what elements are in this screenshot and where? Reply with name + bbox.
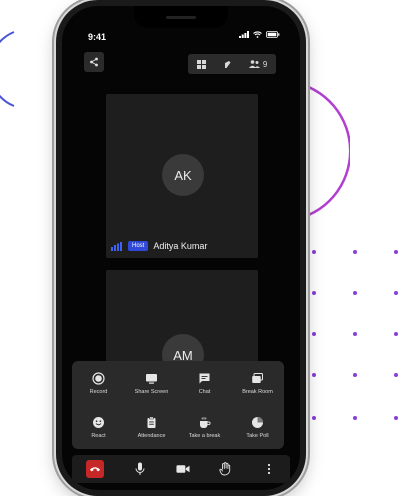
pie-chart-icon [252,416,263,428]
decorative-dot [394,416,398,420]
smiley-icon [93,416,104,428]
action-label: Break Room [242,388,273,395]
record-icon [92,371,105,385]
action-label: Attendance [137,432,166,439]
action-label: Record [89,388,108,395]
decorative-dot [312,291,316,295]
participant-name: Aditya Kumar [153,241,208,251]
chat-button[interactable]: Chat [178,361,231,405]
action-label: Take a break [188,432,221,439]
share-icon [90,57,98,67]
participants-button[interactable]: 9 [248,59,268,69]
participant-tile[interactable]: AK Host Aditya Kumar [106,94,258,258]
share-screen-button[interactable]: Share Screen [125,361,178,405]
decorative-dot [353,373,357,377]
host-badge: Host [128,241,149,251]
notes-icon[interactable] [223,60,232,69]
meeting-screen: 9:41 9 AK Host Aditya Kumar AM Record Sh… [62,6,300,490]
decorative-dot [312,332,316,336]
decorative-dot [312,416,316,420]
decorative-dot [353,332,357,336]
microphone-icon [135,462,145,475]
end-call-button[interactable] [86,460,105,478]
attendance-button[interactable]: Attendance [125,405,178,449]
participant-count: 9 [262,59,268,69]
more-options-button[interactable] [262,462,276,476]
decorative-dot [312,250,316,254]
clipboard-icon [147,416,156,428]
raise-hand-icon [219,462,231,476]
take-a-break-button[interactable]: Take a break [178,405,231,449]
action-label: Take Poll [246,432,269,439]
decorative-dot [353,250,357,254]
status-icons [239,31,280,38]
microphone-button[interactable] [133,462,147,476]
signal-icon [239,31,249,38]
wifi-icon [253,31,262,38]
audio-level-icon [111,241,122,251]
video-camera-icon [176,465,190,473]
screen-icon [146,373,157,384]
react-button[interactable]: React [72,405,125,449]
decorative-dot [394,373,398,377]
camera-button[interactable] [176,462,190,476]
break-room-button[interactable]: Break Room [231,361,284,405]
avatar: AK [162,154,204,196]
battery-icon [266,31,280,38]
action-label: React [91,432,106,439]
action-label: Chat [198,388,211,395]
participant-tile[interactable]: AM [106,270,258,376]
phone-speaker [166,16,196,19]
decorative-dot [312,373,316,377]
decorative-dot [394,250,398,254]
status-time: 9:41 [88,32,107,42]
participants-icon [248,60,260,68]
action-label: Share Screen [134,388,169,395]
chat-icon [199,373,210,383]
coffee-icon [200,416,211,428]
raise-hand-button[interactable] [219,462,233,476]
meeting-controls-pill: 9 [188,54,276,74]
meeting-actions-panel: Record Share Screen Chat Break Room Reac… [72,361,284,449]
more-vertical-icon [267,463,270,475]
call-control-bar [72,455,290,483]
decorative-arc-left [0,31,15,107]
record-button[interactable]: Record [72,361,125,405]
decorative-dot [394,291,398,295]
phone-frame: 9:41 9 AK Host Aditya Kumar AM Record Sh… [56,0,306,496]
break-room-icon [252,372,263,383]
decorative-dot [353,416,357,420]
decorative-dot [394,332,398,336]
phone-hangup-icon [90,467,101,472]
share-button[interactable] [84,52,104,72]
participant-name-row: Host Aditya Kumar [111,241,207,251]
grid-layout-icon[interactable] [196,59,206,69]
take-poll-button[interactable]: Take Poll [231,405,284,449]
decorative-dot [353,291,357,295]
